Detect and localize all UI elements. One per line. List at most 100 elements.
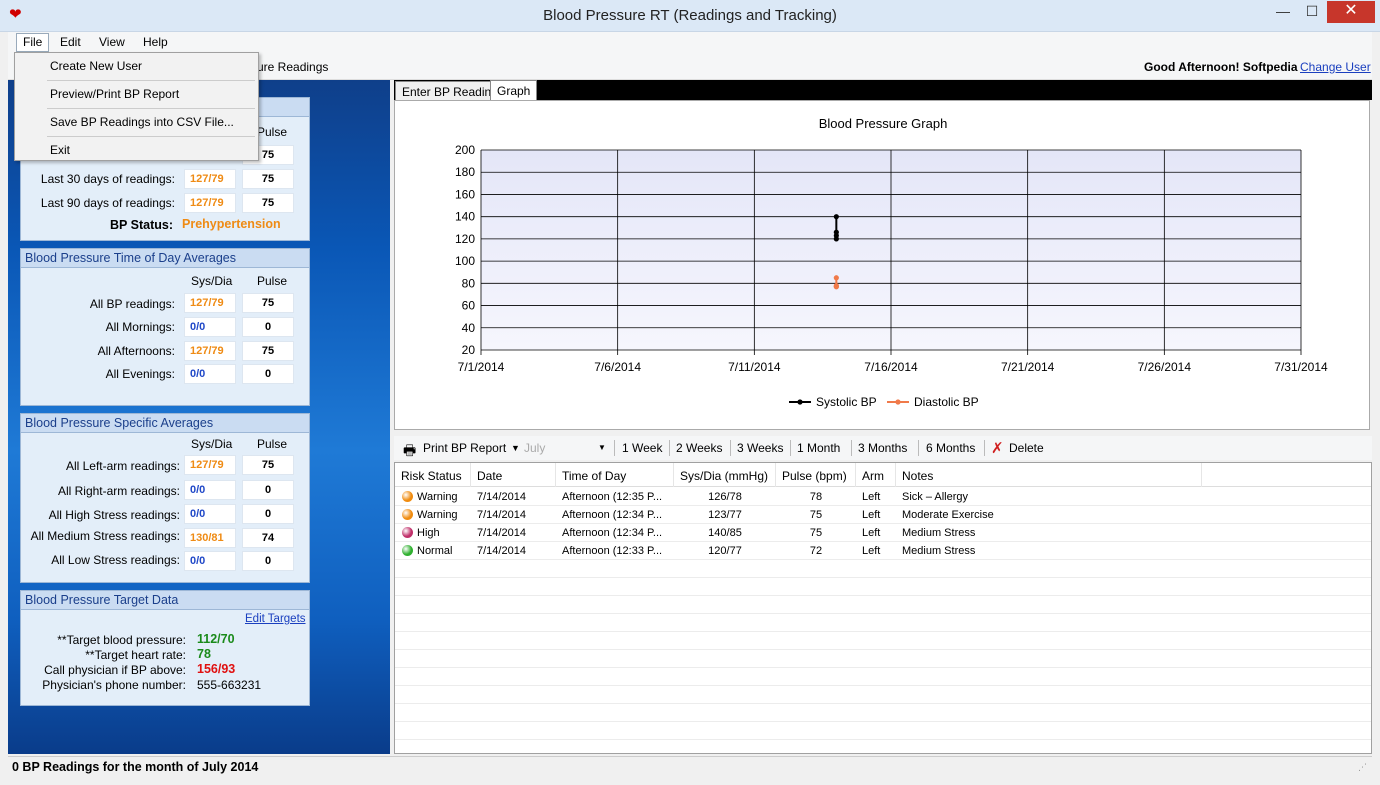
tab-graph[interactable]: Graph: [490, 80, 538, 100]
target-data-header: Blood Pressure Target Data: [21, 591, 309, 610]
menu-file[interactable]: File: [16, 33, 50, 52]
cell-time: Afternoon (12:34 P...: [562, 509, 663, 521]
range-1-month-button[interactable]: 1 Month: [797, 441, 840, 455]
column-header-notes[interactable]: Notes: [896, 463, 1202, 487]
empty-table-row: [395, 650, 1371, 668]
menu-separator: [47, 108, 255, 109]
time-of-day-header: Blood Pressure Time of Day Averages: [21, 249, 309, 268]
cell-notes: Medium Stress: [902, 527, 976, 539]
range-6-months-button[interactable]: 6 Months: [926, 441, 975, 455]
edit-targets-link[interactable]: Edit Targets: [245, 613, 306, 625]
column-header-sysdia[interactable]: Sys/Dia (mmHg): [674, 463, 776, 487]
row-label: Last 90 days of readings:: [40, 196, 175, 210]
pulse-value: 0: [242, 317, 294, 337]
status-indicator-icon: [402, 527, 413, 538]
column-header-time-of-day[interactable]: Time of Day: [556, 463, 674, 487]
delete-button[interactable]: Delete: [1009, 441, 1044, 455]
greeting-text: Good Afternoon! Softpedia: [1144, 60, 1298, 74]
table-row[interactable]: Warning 7/14/2014 Afternoon (12:35 P... 126…: [395, 488, 1371, 506]
cell-sysdia: 126/78: [708, 491, 742, 503]
pulse-value: 75: [242, 193, 294, 213]
row-label: **Target blood pressure:: [57, 633, 186, 647]
y-tick-label: 60: [462, 299, 476, 313]
column-header-risk-status[interactable]: Risk Status: [395, 463, 471, 487]
call-physician-value: 156/93: [197, 662, 236, 676]
column-header-arm[interactable]: Arm: [856, 463, 896, 487]
row-label: All BP readings:: [89, 297, 175, 311]
column-header-date[interactable]: Date: [471, 463, 556, 487]
range-2-weeks-button[interactable]: 2 Weeks: [676, 441, 722, 455]
cell-status: Warning: [417, 491, 458, 503]
toolbar-separator: [669, 440, 670, 456]
minimize-icon[interactable]: —: [1268, 1, 1298, 23]
cell-arm: Left: [862, 509, 881, 521]
menu-separator: [47, 136, 255, 137]
x-tick-label: 7/21/2014: [1001, 360, 1055, 374]
pulse-value: 75: [242, 293, 294, 313]
sysdia-value: 127/79: [184, 293, 236, 313]
table-row[interactable]: Warning 7/14/2014 Afternoon (12:34 P... 123…: [395, 506, 1371, 524]
window-title: Blood Pressure RT (Readings and Tracking…: [543, 7, 837, 24]
range-3-weeks-button[interactable]: 3 Weeks: [737, 441, 783, 455]
sysdia-value: 0/0: [184, 551, 236, 571]
pulse-value: 0: [242, 480, 294, 500]
resize-grip-icon[interactable]: ⋰: [1358, 762, 1367, 773]
legend-marker: [895, 399, 901, 405]
y-tick-label: 180: [455, 165, 475, 179]
menu-view[interactable]: View: [95, 35, 129, 49]
status-indicator-icon: [402, 545, 413, 556]
menu-help[interactable]: Help: [139, 35, 172, 49]
pulse-column-header: Pulse: [257, 274, 288, 288]
row-label: Physician's phone number:: [42, 678, 186, 692]
range-1-week-button[interactable]: 1 Week: [622, 441, 662, 455]
sysdia-value: 127/79: [184, 341, 236, 361]
column-header-pulse[interactable]: Pulse (bpm): [776, 463, 856, 487]
menu-item-print-report[interactable]: Preview/Print BP Report: [50, 87, 179, 101]
tab-enter-bp-reading[interactable]: Enter BP Reading: [395, 81, 505, 100]
data-point: [833, 236, 839, 242]
status-indicator-icon: [402, 491, 413, 502]
cell-sysdia: 120/77: [708, 545, 742, 557]
range-3-months-button[interactable]: 3 Months: [858, 441, 907, 455]
legend-label: Systolic BP: [816, 395, 877, 409]
cell-date: 7/14/2014: [477, 545, 526, 557]
specific-averages-box: Blood Pressure Specific Averages Sys/Dia…: [20, 413, 310, 583]
empty-table-row: [395, 596, 1371, 614]
bp-status-value: Prehypertension: [182, 217, 281, 231]
month-select-value: July: [524, 441, 546, 455]
pulse-value: 75: [242, 341, 294, 361]
x-tick-label: 7/6/2014: [594, 360, 641, 374]
target-data-box: Blood Pressure Target Data Edit Targets …: [20, 590, 310, 706]
menu-item-save-csv[interactable]: Save BP Readings into CSV File...: [50, 115, 234, 129]
menu-item-create-user[interactable]: Create New User: [50, 59, 142, 73]
sysdia-value: 127/79: [184, 193, 236, 213]
close-icon[interactable]: ✕: [1327, 1, 1375, 23]
row-label: All High Stress readings:: [48, 508, 180, 522]
change-user-link[interactable]: Change User: [1300, 60, 1371, 74]
file-menu-dropdown: Create New User Preview/Print BP Report …: [14, 52, 259, 161]
table-row[interactable]: High 7/14/2014 Afternoon (12:34 P... 140/85…: [395, 524, 1371, 542]
row-label: All Left-arm readings:: [65, 459, 180, 473]
month-select[interactable]: July ▼: [521, 439, 609, 457]
menu-edit[interactable]: Edit: [56, 35, 85, 49]
cell-pulse: 78: [809, 491, 823, 503]
sysdia-value: 127/79: [184, 169, 236, 189]
print-report-button[interactable]: Print BP Report: [423, 441, 506, 455]
cell-sysdia: 123/77: [708, 509, 742, 521]
target-heart-rate-value: 78: [197, 647, 211, 661]
cell-status: Warning: [417, 509, 458, 521]
maximize-icon[interactable]: ☐: [1297, 1, 1327, 23]
sysdia-value: 127/79: [184, 455, 236, 475]
row-label: All Low Stress readings:: [51, 553, 180, 567]
toolbar-readings-label[interactable]: ure Readings: [257, 60, 328, 74]
menu-item-exit[interactable]: Exit: [50, 143, 70, 157]
cell-date: 7/14/2014: [477, 527, 526, 539]
data-point: [833, 214, 839, 220]
target-bp-value: 112/70: [197, 632, 235, 646]
table-row[interactable]: Normal 7/14/2014 Afternoon (12:33 P... 120/…: [395, 542, 1371, 560]
pulse-value: 0: [242, 551, 294, 571]
sysdia-value: 0/0: [184, 364, 236, 384]
chevron-down-icon[interactable]: ▼: [511, 443, 520, 453]
toolbar-separator: [984, 440, 985, 456]
toolbar-separator: [614, 440, 615, 456]
